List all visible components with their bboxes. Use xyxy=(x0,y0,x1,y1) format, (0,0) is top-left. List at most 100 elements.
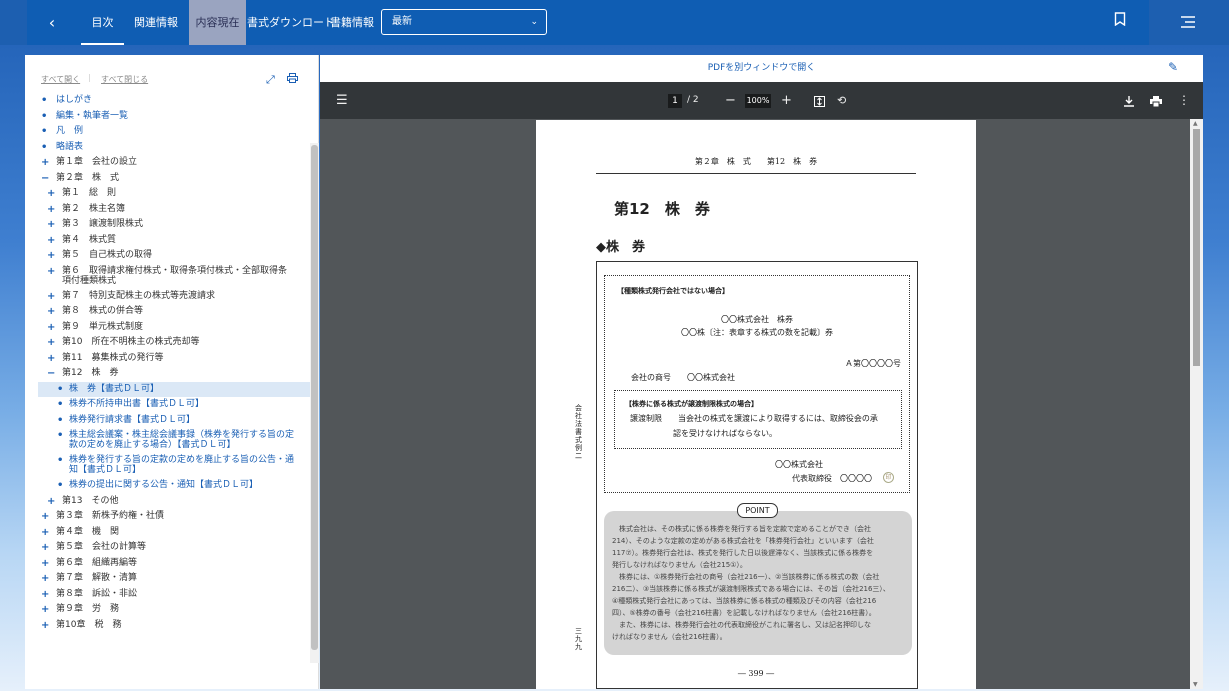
bullet-icon: • xyxy=(57,399,64,410)
tab-book-info[interactable]: 書籍情報 xyxy=(330,0,374,45)
bookmark-icon[interactable] xyxy=(1114,12,1126,30)
toc-item[interactable]: + 第６章 組織再編等 xyxy=(25,556,310,572)
toc-item[interactable]: + 第２ 株主名簿 xyxy=(25,202,310,218)
representative-signature: 代表取締役 〇〇〇〇 xyxy=(792,474,872,483)
toc-item[interactable]: • 株券不所持申出書【書式ＤＬ可】 xyxy=(25,397,310,413)
expand-icon[interactable]: + xyxy=(47,250,55,261)
expand-icon[interactable]: + xyxy=(47,188,55,199)
toc-item[interactable]: + 第10 所在不明株主の株式売却等 xyxy=(25,335,310,351)
toc-item[interactable]: + 第１ 総 則 xyxy=(25,186,310,202)
pdf-scrollbar-thumb[interactable] xyxy=(1193,129,1200,366)
print-icon[interactable] xyxy=(287,73,298,86)
toc-item[interactable]: + 第６ 取得請求権付株式・取得条項付株式・全部取得条 項付種類株式 xyxy=(25,264,310,289)
toc-item[interactable]: + 第11 募集株式の発行等 xyxy=(25,351,310,367)
expand-icon[interactable]: ⤢ xyxy=(266,73,275,87)
toc-item[interactable]: + 第10章 税 務 xyxy=(25,618,310,634)
expand-icon[interactable]: + xyxy=(47,353,55,364)
expand-icon[interactable]: + xyxy=(41,527,49,538)
hamburger-menu-icon[interactable] xyxy=(1181,14,1195,32)
back-button[interactable]: ‹ xyxy=(40,0,64,45)
expand-all-link[interactable]: すべて開く xyxy=(41,74,80,85)
toc-item-label-continued: 項付種類株式 xyxy=(62,275,117,286)
expand-icon[interactable]: + xyxy=(47,306,55,317)
toc-item-label: 第９ 単元株式制度 xyxy=(62,321,144,332)
expand-icon[interactable]: + xyxy=(41,542,49,553)
print-pdf-icon[interactable] xyxy=(1150,82,1162,119)
expand-icon[interactable]: + xyxy=(41,511,49,522)
collapse-icon[interactable]: − xyxy=(41,173,49,184)
toc-item[interactable]: • 凡 例 xyxy=(25,124,310,140)
toc-item[interactable]: + 第１章 会社の設立 xyxy=(25,155,310,171)
rotate-icon[interactable]: ⟲ xyxy=(837,82,846,119)
expand-icon[interactable]: + xyxy=(47,235,55,246)
toc-item[interactable]: + 第９章 労 務 xyxy=(25,602,310,618)
pdf-scrollbar[interactable]: ▲ ▼ xyxy=(1190,119,1203,689)
restriction-heading: 【株券に係る株式が譲渡制限株式の場合】 xyxy=(625,400,758,408)
expand-icon[interactable]: + xyxy=(41,573,49,584)
toc-item-label: 第10章 税 務 xyxy=(56,619,122,630)
expand-icon[interactable]: + xyxy=(41,558,49,569)
pdf-menu-icon[interactable]: ☰ xyxy=(336,82,348,119)
toc-item[interactable]: + 第８章 訴訟・非訟 xyxy=(25,587,310,603)
open-pdf-new-window-link[interactable]: PDFを別ウィンドウで開く xyxy=(320,55,1203,82)
bullet-icon: • xyxy=(41,95,48,106)
toc-item[interactable]: • 編集・執筆者一覧 xyxy=(25,109,310,125)
expand-icon[interactable]: + xyxy=(41,589,49,600)
toc-item[interactable]: + 第５ 自己株式の取得 xyxy=(25,248,310,264)
toc-item[interactable]: + 第５章 会社の計算等 xyxy=(25,540,310,556)
toc-item[interactable]: + 第３ 譲渡制限株式 xyxy=(25,217,310,233)
toc-item[interactable]: + 第４ 株式質 xyxy=(25,233,310,249)
toc-item[interactable]: − 第12 株 券 xyxy=(25,366,310,382)
toc-item-label: 第１章 会社の設立 xyxy=(56,157,138,167)
page-number-input[interactable]: 1 xyxy=(668,94,682,108)
tab-form-download[interactable]: 書式ダウンロード xyxy=(247,0,335,45)
toc-item[interactable]: + 第13 その他 xyxy=(25,494,310,510)
zoom-out-icon[interactable]: − xyxy=(725,82,736,119)
toc-item[interactable]: • はしがき xyxy=(25,93,310,109)
scroll-down-icon[interactable]: ▼ xyxy=(1193,681,1198,688)
version-select[interactable]: 最新 ⌄ xyxy=(381,9,547,35)
toc-item[interactable]: • 株券発行請求書【書式ＤＬ可】 xyxy=(25,413,310,429)
separator: | xyxy=(88,73,91,82)
expand-icon[interactable]: + xyxy=(41,157,49,168)
fit-page-icon[interactable] xyxy=(814,82,825,119)
expand-icon[interactable]: + xyxy=(47,496,55,507)
toc-item-label: 第８章 訴訟・非訟 xyxy=(56,588,138,599)
expand-icon[interactable]: + xyxy=(47,337,55,348)
edit-note-icon[interactable]: ✎ xyxy=(1168,60,1178,74)
scroll-up-icon[interactable]: ▲ xyxy=(1193,120,1198,127)
zoom-level[interactable]: 100% xyxy=(745,94,771,108)
toc-item[interactable]: • 略語表 xyxy=(25,140,310,156)
bullet-icon: • xyxy=(41,110,48,122)
toc-item-label: 株券の提出に関する公告・通知【書式ＤＬ可】 xyxy=(69,480,259,490)
toc-item[interactable]: + 第３章 新株予約権・社債 xyxy=(25,509,310,525)
zoom-in-icon[interactable]: + xyxy=(781,82,792,119)
toc-item[interactable]: + 第８ 株式の併合等 xyxy=(25,304,310,320)
toc-item[interactable]: • 株券の提出に関する公告・通知【書式ＤＬ可】 xyxy=(25,478,310,494)
toc-item[interactable]: + 第７ 特別支配株主の株式等売渡請求 xyxy=(25,289,310,305)
expand-icon[interactable]: + xyxy=(47,204,55,215)
toc-item-selected[interactable]: • 株 券【書式ＤＬ可】 xyxy=(38,381,310,397)
download-icon[interactable] xyxy=(1124,82,1134,119)
toc-item[interactable]: + 第４章 機 関 xyxy=(25,525,310,541)
tab-current-content[interactable]: 内容現在 xyxy=(189,0,246,45)
toc-item-label: 株券発行請求書【書式ＤＬ可】 xyxy=(69,414,196,425)
expand-icon[interactable]: + xyxy=(47,291,55,302)
expand-icon[interactable]: + xyxy=(47,322,55,333)
more-options-icon[interactable]: ⋮ xyxy=(1178,82,1190,119)
expand-icon[interactable]: + xyxy=(41,604,49,615)
toc-item[interactable]: − 第２章 株 式 xyxy=(25,171,310,187)
collapse-all-link[interactable]: すべて閉じる xyxy=(101,74,148,85)
toc-scrollbar[interactable] xyxy=(310,143,319,663)
toc-scrollbar-thumb[interactable] xyxy=(311,145,318,650)
toc-item[interactable]: + 第７章 解散・清算 xyxy=(25,571,310,587)
expand-icon[interactable]: + xyxy=(41,620,49,631)
toc-item[interactable]: + 第９ 単元株式制度 xyxy=(25,320,310,336)
tab-related-info[interactable]: 関連情報 xyxy=(131,0,181,45)
toc-item[interactable]: • 株券を発行する旨の定款の定めを廃止する旨の公告・通 知【書式ＤＬ可】 xyxy=(25,453,310,478)
expand-icon[interactable]: + xyxy=(47,266,55,277)
toc-item[interactable]: • 株主総会議案・株主総会議事録（株券を発行する旨の定 款の定めを廃止する場合）【書… xyxy=(25,428,310,453)
collapse-icon[interactable]: − xyxy=(47,368,55,379)
tab-contents[interactable]: 目次 xyxy=(81,0,124,45)
expand-icon[interactable]: + xyxy=(47,219,55,230)
